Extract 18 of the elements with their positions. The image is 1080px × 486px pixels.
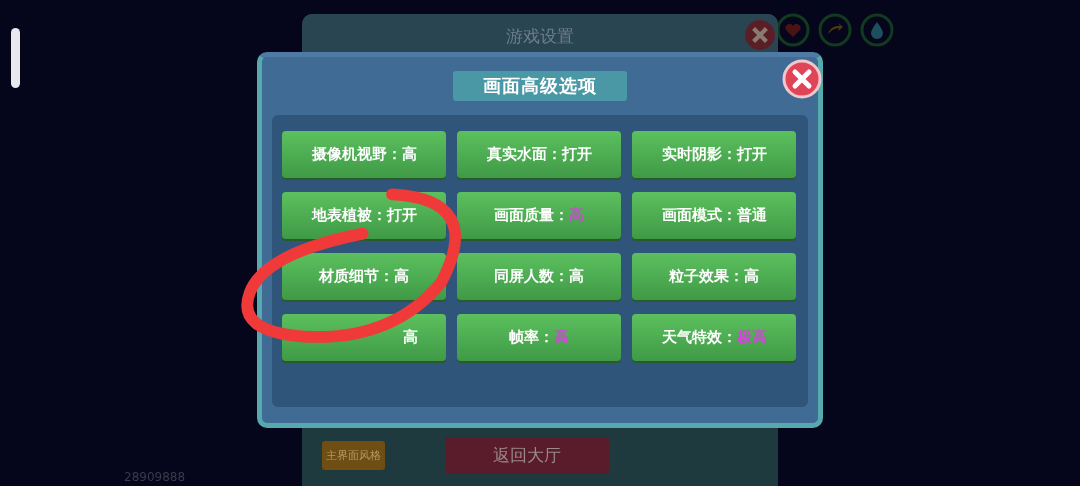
window-title: 游戏设置	[506, 24, 574, 48]
close-icon[interactable]	[782, 59, 822, 99]
option-button[interactable]: 摄像机视野：高	[282, 131, 446, 178]
dialog-title: 画面高级选项	[483, 75, 597, 96]
style-button[interactable]: 主界面风格	[322, 441, 385, 470]
water-drop-icon[interactable]	[859, 12, 895, 48]
option-button[interactable]: 真实水面：打开	[457, 131, 621, 178]
option-button[interactable]: 画面质量：高	[457, 192, 621, 239]
option-button[interactable]: 实时阴影：打开	[632, 131, 796, 178]
option-button[interactable]: 材质细节：高	[282, 253, 446, 300]
option-button[interactable]: 同屏人数：高	[457, 253, 621, 300]
option-button[interactable]: 画面模式：普通	[632, 192, 796, 239]
option-button[interactable]: 帧率：高	[457, 314, 621, 361]
close-icon[interactable]	[744, 19, 776, 51]
option-button[interactable]: 天气特效：极高	[632, 314, 796, 361]
side-handle[interactable]	[11, 28, 20, 88]
lobby-button[interactable]: 返回大厅	[445, 437, 609, 474]
option-button[interactable]: 粒子效果：高	[632, 253, 796, 300]
